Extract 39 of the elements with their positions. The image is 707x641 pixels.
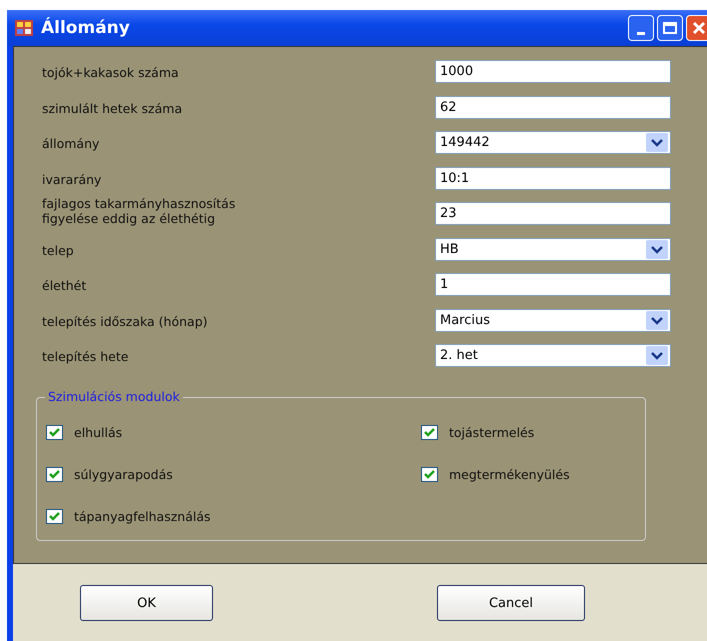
group-title: Szimulációs modulok <box>45 388 183 404</box>
dropdown[interactable]: 2. het <box>435 344 671 367</box>
field-label: szimulált hetek száma <box>41 100 184 116</box>
dropdown[interactable]: Marcius <box>435 308 671 332</box>
field-label: ivararány <box>41 170 102 186</box>
field-label: telepítés időszaka (hónap) <box>41 312 209 328</box>
checkbox-label: súlygyarapodás <box>74 466 173 482</box>
checkbox[interactable] <box>46 508 63 524</box>
checkbox[interactable] <box>421 424 438 440</box>
maximize-button[interactable] <box>657 15 683 41</box>
minimize-button[interactable] <box>628 15 654 41</box>
field-label: élethét <box>41 277 88 293</box>
input-field[interactable]: 1 <box>435 273 671 296</box>
window-icon <box>15 20 33 36</box>
checkbox-label: elhullás <box>74 424 122 440</box>
maximize-icon <box>663 22 677 34</box>
checkbox-label: tojástermelés <box>449 424 534 440</box>
close-icon <box>692 21 706 35</box>
input-field[interactable]: 1000 <box>435 60 671 83</box>
field-label: állomány <box>41 135 100 151</box>
checkbox[interactable] <box>46 424 63 440</box>
field-label: telepítés hete <box>41 348 130 364</box>
checkbox-label: megtermékenyülés <box>449 466 570 482</box>
minimize-icon <box>637 32 645 34</box>
dropdown[interactable]: 149442 <box>435 131 671 154</box>
field-label: tojók+kakasok száma <box>41 64 180 80</box>
dialog-button[interactable]: OK <box>80 585 213 621</box>
checkbox[interactable] <box>46 466 63 482</box>
dropdown[interactable]: HB <box>435 238 671 260</box>
checkbox[interactable] <box>421 466 438 482</box>
input-field[interactable]: 10:1 <box>435 166 671 190</box>
checkbox-label: tápanyagfelhasználás <box>74 508 211 524</box>
dialog-button[interactable]: Cancel <box>437 585 585 621</box>
close-button[interactable] <box>686 15 707 41</box>
window-title: Állomány <box>41 18 131 38</box>
field-label: telep <box>41 242 75 258</box>
input-field[interactable]: 23 <box>435 202 671 225</box>
field-label: fajlagos takarmányhasznosítás figyelése eddig az élethétig <box>41 196 236 226</box>
input-field[interactable]: 62 <box>435 96 671 118</box>
